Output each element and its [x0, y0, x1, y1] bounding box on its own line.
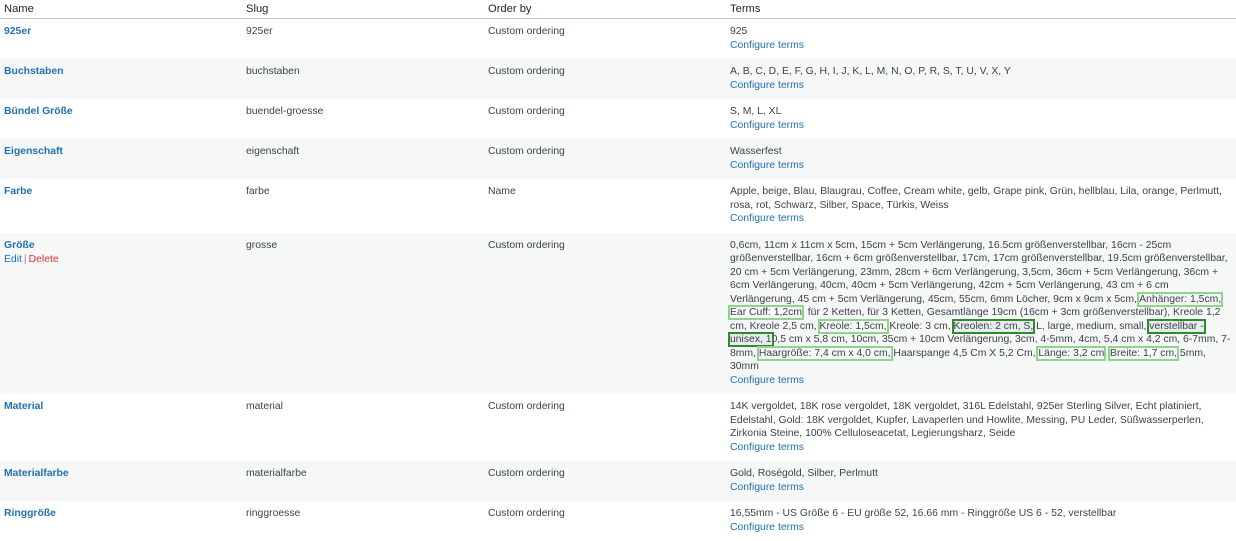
- table-row: Bündel Größe buendel-groesse Custom orde…: [0, 99, 1236, 139]
- column-header-terms: Terms: [726, 0, 1236, 19]
- attribute-slug: grosse: [242, 232, 484, 394]
- attribute-terms: S, M, L, XL: [730, 106, 782, 117]
- attribute-order-by: Name: [488, 186, 516, 197]
- highlighted-term: Kreolen: 2 cm, S,: [951, 318, 1036, 334]
- attribute-name-link[interactable]: 925er: [4, 26, 31, 37]
- column-header-order-by[interactable]: Order by: [484, 0, 726, 19]
- attribute-slug: buendel-groesse: [246, 106, 324, 117]
- configure-terms-link[interactable]: Configure terms: [730, 213, 804, 224]
- attribute-slug: material: [246, 401, 283, 412]
- attribute-terms: A, B, C, D, E, F, G, H, I, J, K, L, M, N…: [730, 66, 1011, 77]
- table-row: Buchstaben buchstaben Custom ordering A,…: [0, 59, 1236, 99]
- table-row: Material material Custom ordering 14K ve…: [0, 394, 1236, 461]
- attribute-slug: 925er: [246, 26, 273, 37]
- configure-terms-link[interactable]: Configure terms: [730, 522, 804, 533]
- attribute-order-by: Custom ordering: [484, 139, 726, 179]
- table-row: Materialfarbe materialfarbe Custom order…: [0, 461, 1236, 501]
- table-row: Ringgröße ringgroesse Custom ordering 16…: [0, 501, 1236, 541]
- attribute-order-by: Custom ordering: [488, 26, 565, 37]
- attribute-terms: 14K vergoldet, 18K rose vergoldet, 18K v…: [730, 401, 1204, 439]
- highlighted-term: Anhänger: 1,5cm,: [1137, 291, 1224, 307]
- delete-link[interactable]: Delete: [29, 254, 59, 265]
- attribute-order-by: Custom ordering: [488, 401, 565, 412]
- highlighted-term: Länge: 3,2 cm: [1036, 345, 1107, 361]
- terms-segment: Haarspange 4,5 Cm X 5,2 Cm,: [890, 347, 1039, 359]
- attribute-order-by: Custom ordering: [484, 461, 726, 501]
- attribute-slug: eigenschaft: [242, 139, 484, 179]
- highlighted-term: Kreole: 1,5cm,: [817, 318, 889, 334]
- configure-terms-link[interactable]: Configure terms: [730, 375, 804, 386]
- configure-terms-link[interactable]: Configure terms: [730, 40, 804, 51]
- row-actions: Edit | Delete: [4, 253, 238, 267]
- attribute-slug: buchstaben: [242, 59, 484, 99]
- attribute-terms: Gold, Roségold, Silber, Perlmutt: [730, 468, 878, 479]
- attribute-name-link[interactable]: Bündel Größe: [4, 106, 73, 117]
- configure-terms-link[interactable]: Configure terms: [730, 160, 804, 171]
- configure-terms-link[interactable]: Configure terms: [730, 120, 804, 131]
- table-row: Größe Edit | Delete grosse Custom ordering…: [0, 232, 1236, 394]
- attribute-terms: 0,6cm, 11cm x 11cm x 5cm, 15cm + 5cm Ver…: [728, 239, 1232, 374]
- attribute-order-by: Custom ordering: [488, 106, 565, 117]
- attribute-order-by: Custom ordering: [484, 59, 726, 99]
- highlighted-term: Breite: 1,7 cm,: [1108, 345, 1180, 361]
- highlighted-term: Haargröße: 7,4 cm x 4,0 cm,: [756, 345, 893, 361]
- table-row: 925er 925er Custom ordering 925 Configur…: [0, 19, 1236, 60]
- configure-terms-link[interactable]: Configure terms: [730, 80, 804, 91]
- attribute-name-link[interactable]: Materialfarbe: [4, 468, 69, 479]
- attribute-name-link[interactable]: Material: [4, 401, 43, 412]
- attribute-name-link[interactable]: Eigenschaft: [4, 146, 63, 157]
- terms-segment: Kreole: 3 cm,: [886, 320, 954, 332]
- attribute-name-link[interactable]: Ringgröße: [4, 508, 56, 519]
- attribute-terms: 16,55mm - US Größe 6 - EU größe 52, 16.6…: [730, 508, 1117, 519]
- column-header-name[interactable]: Name: [0, 0, 242, 19]
- table-header-row: Name Slug Order by Terms: [0, 0, 1236, 19]
- attribute-name-link[interactable]: Größe: [4, 240, 35, 251]
- attribute-order-by: Custom ordering: [484, 232, 726, 394]
- attribute-name-link[interactable]: Buchstaben: [4, 66, 63, 77]
- attribute-name-link[interactable]: Farbe: [4, 186, 32, 197]
- table-row: Farbe farbe Name Apple, beige, Blau, Bla…: [0, 179, 1236, 233]
- highlighted-term: Ear Cuff: 1,2cm: [728, 305, 804, 320]
- attribute-slug: farbe: [246, 186, 270, 197]
- terms-segment: L, large, medium, small,: [1033, 320, 1150, 332]
- attribute-slug: materialfarbe: [242, 461, 484, 501]
- attributes-table: Name Slug Order by Terms 925er 925er Cus…: [0, 0, 1236, 541]
- edit-link[interactable]: Edit: [4, 254, 22, 265]
- attribute-terms: 925: [730, 26, 748, 37]
- attribute-terms: Apple, beige, Blau, Blaugrau, Coffee, Cr…: [730, 186, 1222, 211]
- action-separator: |: [23, 254, 27, 265]
- column-header-slug[interactable]: Slug: [242, 0, 484, 19]
- attribute-terms: Wasserfest: [730, 146, 782, 157]
- attribute-order-by: Custom ordering: [488, 508, 565, 519]
- table-row: Eigenschaft eigenschaft Custom ordering …: [0, 139, 1236, 179]
- configure-terms-link[interactable]: Configure terms: [730, 442, 804, 453]
- attribute-slug: ringgroesse: [246, 508, 301, 519]
- configure-terms-link[interactable]: Configure terms: [730, 482, 804, 493]
